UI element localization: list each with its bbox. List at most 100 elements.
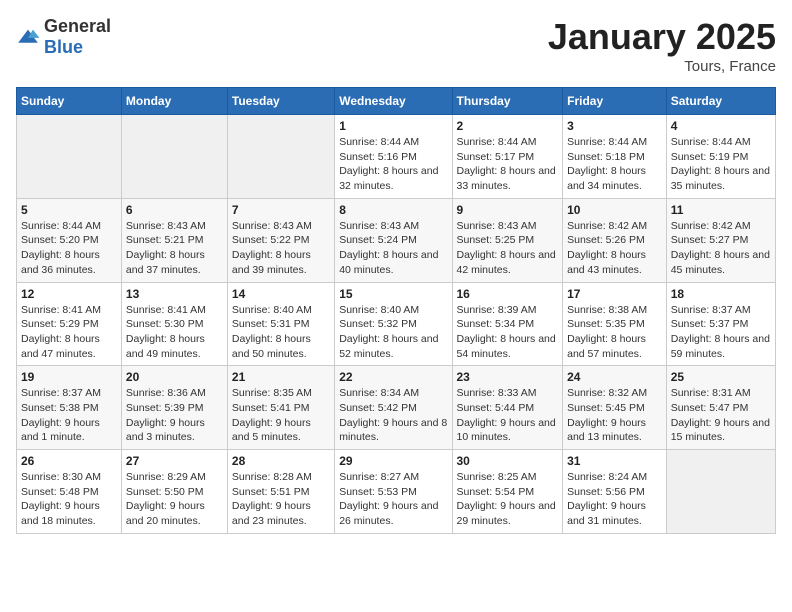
- day-info: Sunrise: 8:25 AM Sunset: 5:54 PM Dayligh…: [457, 470, 559, 529]
- calendar-cell: 10 Sunrise: 8:42 AM Sunset: 5:26 PM Dayli…: [563, 198, 667, 282]
- day-info: Sunrise: 8:42 AM Sunset: 5:26 PM Dayligh…: [567, 219, 662, 278]
- day-info: Sunrise: 8:35 AM Sunset: 5:41 PM Dayligh…: [232, 386, 330, 445]
- calendar-cell: 7 Sunrise: 8:43 AM Sunset: 5:22 PM Daylig…: [227, 198, 334, 282]
- calendar-cell: 14 Sunrise: 8:40 AM Sunset: 5:31 PM Dayli…: [227, 282, 334, 366]
- calendar-cell: 12 Sunrise: 8:41 AM Sunset: 5:29 PM Dayli…: [17, 282, 122, 366]
- day-number: 11: [671, 203, 771, 217]
- day-info: Sunrise: 8:43 AM Sunset: 5:25 PM Dayligh…: [457, 219, 559, 278]
- calendar-cell: 29 Sunrise: 8:27 AM Sunset: 5:53 PM Dayli…: [335, 450, 452, 534]
- calendar-cell: 17 Sunrise: 8:38 AM Sunset: 5:35 PM Dayli…: [563, 282, 667, 366]
- calendar-cell: 31Sunrise: 8:24 AM Sunset: 5:56 PM Dayli…: [563, 450, 667, 534]
- calendar-cell: 19Sunrise: 8:37 AM Sunset: 5:38 PM Dayli…: [17, 366, 122, 450]
- calendar-cell: 21 Sunrise: 8:35 AM Sunset: 5:41 PM Dayli…: [227, 366, 334, 450]
- day-info: Sunrise: 8:42 AM Sunset: 5:27 PM Dayligh…: [671, 219, 771, 278]
- header-tuesday: Tuesday: [227, 88, 334, 115]
- day-info: Sunrise: 8:31 AM Sunset: 5:47 PM Dayligh…: [671, 386, 771, 445]
- day-number: 24: [567, 370, 662, 384]
- header-sunday: Sunday: [17, 88, 122, 115]
- day-info: Sunrise: 8:32 AM Sunset: 5:45 PM Dayligh…: [567, 386, 662, 445]
- calendar-cell: 11 Sunrise: 8:42 AM Sunset: 5:27 PM Dayli…: [666, 198, 775, 282]
- calendar-cell: 30Sunrise: 8:25 AM Sunset: 5:54 PM Dayli…: [452, 450, 563, 534]
- day-number: 10: [567, 203, 662, 217]
- calendar-cell: 22 Sunrise: 8:34 AM Sunset: 5:42 PM Dayli…: [335, 366, 452, 450]
- calendar-cell: 13 Sunrise: 8:41 AM Sunset: 5:30 PM Dayli…: [121, 282, 227, 366]
- calendar-cell: 1Sunrise: 8:44 AM Sunset: 5:16 PM Daylig…: [335, 115, 452, 199]
- day-number: 8: [339, 203, 447, 217]
- calendar-cell: 6 Sunrise: 8:43 AM Sunset: 5:21 PM Daylig…: [121, 198, 227, 282]
- logo-text: General Blue: [44, 16, 111, 58]
- day-info: Sunrise: 8:41 AM Sunset: 5:30 PM Dayligh…: [126, 303, 223, 362]
- day-number: 27: [126, 454, 223, 468]
- day-number: 4: [671, 119, 771, 133]
- day-number: 13: [126, 287, 223, 301]
- page-title: January 2025: [548, 16, 776, 58]
- day-number: 17: [567, 287, 662, 301]
- calendar-cell: 20 Sunrise: 8:36 AM Sunset: 5:39 PM Dayli…: [121, 366, 227, 450]
- day-number: 21: [232, 370, 330, 384]
- day-info: Sunrise: 8:44 AM Sunset: 5:20 PM Dayligh…: [21, 219, 117, 278]
- day-number: 14: [232, 287, 330, 301]
- day-info: Sunrise: 8:41 AM Sunset: 5:29 PM Dayligh…: [21, 303, 117, 362]
- logo-blue: Blue: [44, 37, 83, 57]
- day-info: Sunrise: 8:43 AM Sunset: 5:24 PM Dayligh…: [339, 219, 447, 278]
- calendar-cell: 27 Sunrise: 8:29 AM Sunset: 5:50 PM Dayli…: [121, 450, 227, 534]
- day-info: Sunrise: 8:34 AM Sunset: 5:42 PM Dayligh…: [339, 386, 447, 445]
- calendar-cell: 28Sunrise: 8:28 AM Sunset: 5:51 PM Dayli…: [227, 450, 334, 534]
- day-info: Sunrise: 8:44 AM Sunset: 5:17 PM Dayligh…: [457, 135, 559, 194]
- day-info: Sunrise: 8:39 AM Sunset: 5:34 PM Dayligh…: [457, 303, 559, 362]
- day-info: Sunrise: 8:36 AM Sunset: 5:39 PM Dayligh…: [126, 386, 223, 445]
- day-info: Sunrise: 8:40 AM Sunset: 5:31 PM Dayligh…: [232, 303, 330, 362]
- header-thursday: Thursday: [452, 88, 563, 115]
- calendar-week-row: 26 Sunrise: 8:30 AM Sunset: 5:48 PM Dayli…: [17, 450, 776, 534]
- day-number: 7: [232, 203, 330, 217]
- calendar-cell: [666, 450, 775, 534]
- header-saturday: Saturday: [666, 88, 775, 115]
- logo-general: General: [44, 16, 111, 36]
- day-info: Sunrise: 8:27 AM Sunset: 5:53 PM Dayligh…: [339, 470, 447, 529]
- calendar-cell: [17, 115, 122, 199]
- calendar-header-row: SundayMondayTuesdayWednesdayThursdayFrid…: [17, 88, 776, 115]
- day-info: Sunrise: 8:40 AM Sunset: 5:32 PM Dayligh…: [339, 303, 447, 362]
- day-info: Sunrise: 8:24 AM Sunset: 5:56 PM Dayligh…: [567, 470, 662, 529]
- day-number: 16: [457, 287, 559, 301]
- calendar-week-row: 5Sunrise: 8:44 AM Sunset: 5:20 PM Daylig…: [17, 198, 776, 282]
- day-info: Sunrise: 8:38 AM Sunset: 5:35 PM Dayligh…: [567, 303, 662, 362]
- calendar-week-row: 12 Sunrise: 8:41 AM Sunset: 5:29 PM Dayli…: [17, 282, 776, 366]
- day-info: Sunrise: 8:33 AM Sunset: 5:44 PM Dayligh…: [457, 386, 559, 445]
- calendar-cell: 8 Sunrise: 8:43 AM Sunset: 5:24 PM Daylig…: [335, 198, 452, 282]
- day-number: 29: [339, 454, 447, 468]
- logo-icon: [16, 28, 40, 46]
- day-number: 22: [339, 370, 447, 384]
- day-info: Sunrise: 8:43 AM Sunset: 5:21 PM Dayligh…: [126, 219, 223, 278]
- day-number: 9: [457, 203, 559, 217]
- title-area: January 2025 Tours, France: [548, 16, 776, 75]
- calendar-cell: 23 Sunrise: 8:33 AM Sunset: 5:44 PM Dayli…: [452, 366, 563, 450]
- calendar-cell: 16 Sunrise: 8:39 AM Sunset: 5:34 PM Dayli…: [452, 282, 563, 366]
- calendar-week-row: 19Sunrise: 8:37 AM Sunset: 5:38 PM Dayli…: [17, 366, 776, 450]
- calendar-cell: 2Sunrise: 8:44 AM Sunset: 5:17 PM Daylig…: [452, 115, 563, 199]
- calendar-cell: 26 Sunrise: 8:30 AM Sunset: 5:48 PM Dayli…: [17, 450, 122, 534]
- day-number: 25: [671, 370, 771, 384]
- day-number: 12: [21, 287, 117, 301]
- calendar-cell: 5Sunrise: 8:44 AM Sunset: 5:20 PM Daylig…: [17, 198, 122, 282]
- calendar-cell: 4Sunrise: 8:44 AM Sunset: 5:19 PM Daylig…: [666, 115, 775, 199]
- calendar-cell: 25 Sunrise: 8:31 AM Sunset: 5:47 PM Dayli…: [666, 366, 775, 450]
- day-info: Sunrise: 8:44 AM Sunset: 5:18 PM Dayligh…: [567, 135, 662, 194]
- day-number: 20: [126, 370, 223, 384]
- day-number: 6: [126, 203, 223, 217]
- day-number: 23: [457, 370, 559, 384]
- day-info: Sunrise: 8:29 AM Sunset: 5:50 PM Dayligh…: [126, 470, 223, 529]
- header-monday: Monday: [121, 88, 227, 115]
- calendar-cell: [227, 115, 334, 199]
- day-info: Sunrise: 8:28 AM Sunset: 5:51 PM Dayligh…: [232, 470, 330, 529]
- day-info: Sunrise: 8:30 AM Sunset: 5:48 PM Dayligh…: [21, 470, 117, 529]
- day-number: 19: [21, 370, 117, 384]
- day-info: Sunrise: 8:44 AM Sunset: 5:16 PM Dayligh…: [339, 135, 447, 194]
- calendar-week-row: 1Sunrise: 8:44 AM Sunset: 5:16 PM Daylig…: [17, 115, 776, 199]
- day-number: 3: [567, 119, 662, 133]
- day-info: Sunrise: 8:43 AM Sunset: 5:22 PM Dayligh…: [232, 219, 330, 278]
- calendar-table: SundayMondayTuesdayWednesdayThursdayFrid…: [16, 87, 776, 534]
- calendar-cell: [121, 115, 227, 199]
- day-info: Sunrise: 8:37 AM Sunset: 5:37 PM Dayligh…: [671, 303, 771, 362]
- day-number: 26: [21, 454, 117, 468]
